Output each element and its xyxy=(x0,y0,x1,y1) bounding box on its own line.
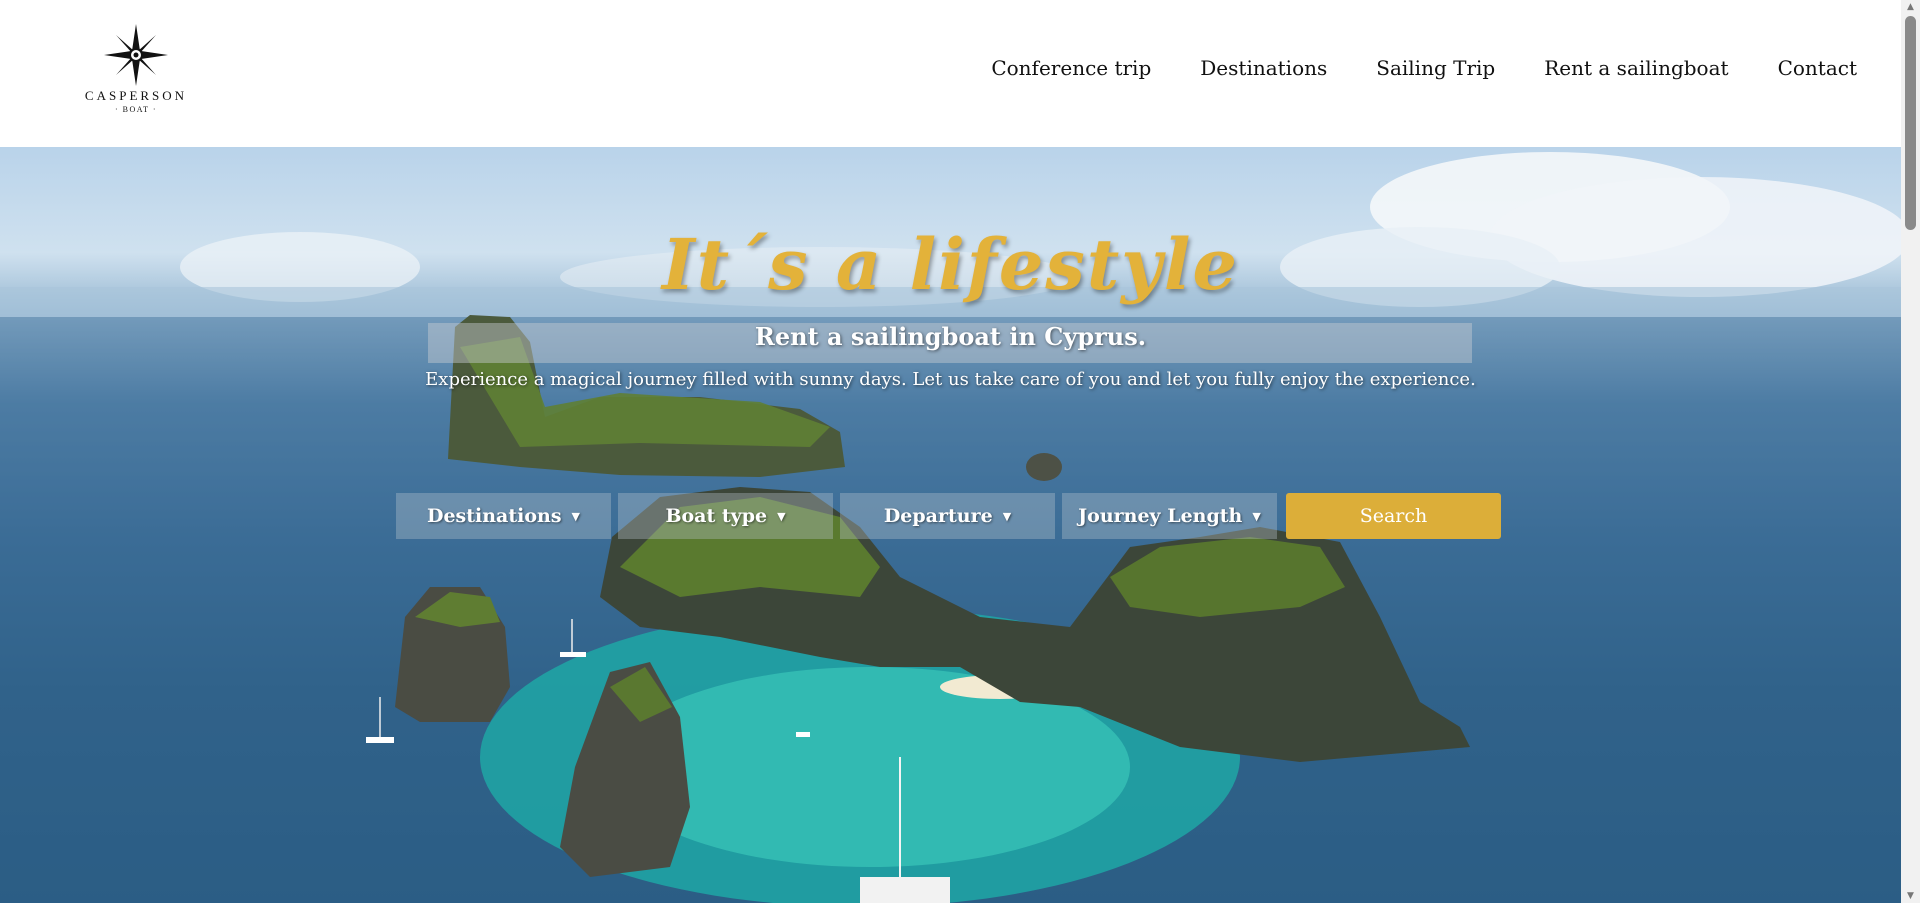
logo-brand: CASPERSON xyxy=(84,88,188,103)
caret-down-icon: ▼ xyxy=(777,509,786,523)
hero-title: Rent a sailingboat in Cyprus. xyxy=(754,322,1147,351)
hero-text: Experience a magical journey filled with… xyxy=(425,369,1476,390)
caret-down-icon: ▼ xyxy=(1002,509,1012,523)
nav-contact[interactable]: Contact xyxy=(1778,56,1857,80)
departure-label: Departure xyxy=(883,505,993,527)
nav-rent-sailingboat[interactable]: Rent a sailingboat xyxy=(1544,56,1728,80)
boat-type-dropdown[interactable]: Boat type ▼ xyxy=(618,493,833,539)
caret-down-icon: ▼ xyxy=(1252,509,1261,523)
page-scrollbar[interactable]: ▲ ▼ xyxy=(1901,0,1920,903)
destinations-dropdown[interactable]: Destinations ▼ xyxy=(396,493,611,539)
search-filters: Destinations ▼ Boat type ▼ Departure ▼ J… xyxy=(396,493,1501,539)
journey-length-dropdown[interactable]: Journey Length ▼ xyxy=(1062,493,1277,539)
compass-star-icon xyxy=(104,24,168,86)
nav-conference-trip[interactable]: Conference trip xyxy=(991,56,1151,80)
destinations-label: Destinations xyxy=(426,505,562,527)
site-header: CASPERSON · BOAT · Conference trip Desti… xyxy=(0,0,1901,147)
nav-destinations[interactable]: Destinations xyxy=(1200,56,1327,80)
journey-length-label: Journey Length xyxy=(1078,505,1243,527)
main-nav: Conference trip Destinations Sailing Tri… xyxy=(942,56,1857,80)
hero-tagline: It´s a lifestyle xyxy=(662,223,1239,306)
logo-sub: · BOAT · xyxy=(114,105,158,114)
scrollbar-thumb[interactable] xyxy=(1905,16,1916,230)
boat-type-label: Boat type xyxy=(665,505,768,527)
caret-down-icon: ▼ xyxy=(571,509,581,523)
departure-dropdown[interactable]: Departure ▼ xyxy=(840,493,1055,539)
search-button[interactable]: Search xyxy=(1286,493,1501,539)
scroll-down-icon[interactable]: ▼ xyxy=(1901,889,1920,903)
nav-sailing-trip[interactable]: Sailing Trip xyxy=(1376,56,1495,80)
scroll-up-icon[interactable]: ▲ xyxy=(1901,0,1920,14)
hero-banner: It´s a lifestyle Rent a sailingboat in C… xyxy=(0,147,1901,903)
site-logo[interactable]: CASPERSON · BOAT · xyxy=(84,24,188,120)
